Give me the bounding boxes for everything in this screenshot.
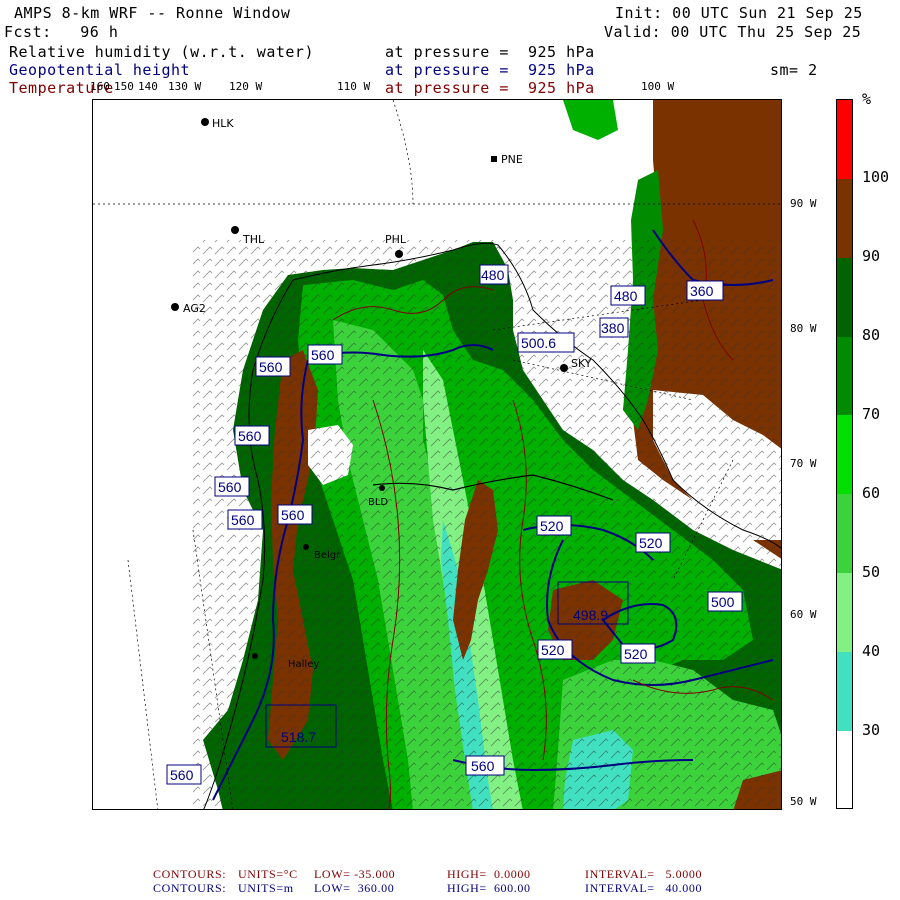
footer-height-low: LOW= 360.00 xyxy=(314,881,395,895)
height-label: 480 xyxy=(614,288,638,304)
station-label-hlk: HLK xyxy=(212,117,234,130)
field-rh-level: at pressure = 925 hPa xyxy=(385,43,595,61)
lat-label-90w: 90 W xyxy=(790,197,817,210)
station-marker-thl xyxy=(231,226,239,234)
station-marker-hlk xyxy=(201,118,209,126)
map-title: AMPS 8-km WRF -- Ronne Window xyxy=(14,4,291,22)
colorbar-segment-80 xyxy=(837,258,852,337)
lat-label-50w: 50 W xyxy=(790,795,817,808)
colorbar-segment-30 xyxy=(837,652,852,731)
colorbar-label-90: 90 xyxy=(862,247,881,265)
height-label: 480 xyxy=(481,267,505,283)
height-label: 560 xyxy=(238,428,262,444)
lon-label-120w: 120 W xyxy=(229,80,263,93)
height-label: 560 xyxy=(231,512,255,528)
station-label-pne: PNE xyxy=(501,153,523,166)
footer-height-high: HIGH= 600.00 xyxy=(447,881,531,895)
height-label: 520 xyxy=(540,518,564,534)
lon-label-140: 140 xyxy=(138,80,158,93)
footer-temperature-low: LOW= -35.000 xyxy=(314,867,396,881)
height-label: 500 xyxy=(711,594,735,610)
height-label: 560 xyxy=(281,507,305,523)
footer-height-label: CONTOURS: xyxy=(153,881,227,895)
footer-temperature-interval: INTERVAL= 5.0000 xyxy=(585,867,703,881)
colorbar-segment-90 xyxy=(837,179,852,258)
station-marker-sky xyxy=(560,364,568,372)
station-marker-phl xyxy=(395,250,403,258)
lat-label-60w: 60 W xyxy=(790,608,817,621)
station-label-bld: BLD xyxy=(368,497,388,508)
colorbar-segment-40 xyxy=(837,573,852,652)
height-label: 498.9 xyxy=(573,607,608,623)
height-label: 520 xyxy=(624,646,648,662)
height-label: 520 xyxy=(639,535,663,551)
map-graphic: HLK PNE THL PHL AG2 SKY BLD Belgr Halley… xyxy=(93,100,781,809)
station-label-belgr: Belgr xyxy=(314,550,341,561)
station-label-ag2: AG2 xyxy=(183,302,206,315)
height-label: 560 xyxy=(218,479,242,495)
colorbar-segment-50 xyxy=(837,494,852,573)
wind-barbs xyxy=(193,240,781,809)
field-height-level: at pressure = 925 hPa xyxy=(385,61,595,79)
valid-time: Valid: 00 UTC Thu 25 Sep 25 xyxy=(604,23,862,41)
colorbar-label-100: 100 xyxy=(862,168,890,186)
height-label: 500.6 xyxy=(521,335,556,351)
height-label: 560 xyxy=(471,758,495,774)
colorbar-segment-100 xyxy=(837,100,852,179)
lat-label-80w: 80 W xyxy=(790,322,817,335)
station-label-phl: PHL xyxy=(385,233,407,246)
lon-label-150: 150 xyxy=(114,80,134,93)
colorbar-unit: % xyxy=(862,90,872,108)
footer-temperature-high: HIGH= 0.0000 xyxy=(447,867,531,881)
colorbar-segment-60 xyxy=(837,415,852,494)
station-marker-ag2 xyxy=(171,303,179,311)
field-rh-name: Relative humidity (w.r.t. water) xyxy=(9,43,314,61)
smoothing-value: sm= 2 xyxy=(770,61,818,79)
colorbar xyxy=(836,99,853,809)
station-marker-halley xyxy=(252,653,258,659)
height-label: 520 xyxy=(541,642,565,658)
lon-label-110w: 110 W xyxy=(337,80,371,93)
height-label: 518.7 xyxy=(281,729,316,745)
lon-label-130w: 130 W xyxy=(168,80,202,93)
station-marker-belgr xyxy=(303,544,309,550)
station-label-sky: SKY xyxy=(571,357,592,370)
lon-label-100w: 100 W xyxy=(641,80,675,93)
forecast-hour: Fcst: 96 h xyxy=(4,23,119,41)
station-marker-pne xyxy=(491,156,497,162)
station-marker-bld xyxy=(379,485,385,491)
height-label: 560 xyxy=(311,347,335,363)
height-label: 560 xyxy=(259,359,283,375)
height-label: 560 xyxy=(170,767,194,783)
colorbar-segment-70 xyxy=(837,337,852,415)
lat-label-70w: 70 W xyxy=(790,457,817,470)
station-label-halley: Halley xyxy=(288,659,319,670)
lon-label-160: 160 xyxy=(90,80,110,93)
station-label-thl: THL xyxy=(242,233,265,246)
field-temperature-level: at pressure = 925 hPa xyxy=(385,79,595,97)
height-label: 380 xyxy=(601,320,625,336)
colorbar-label-40: 40 xyxy=(862,642,881,660)
colorbar-label-80: 80 xyxy=(862,326,881,344)
field-height-name: Geopotential height xyxy=(9,61,191,79)
colorbar-label-70: 70 xyxy=(862,405,881,423)
init-time: Init: 00 UTC Sun 21 Sep 25 xyxy=(615,4,863,22)
height-label: 360 xyxy=(690,283,714,299)
footer-temperature-label: CONTOURS: xyxy=(153,867,227,881)
map-panel: HLK PNE THL PHL AG2 SKY BLD Belgr Halley… xyxy=(92,99,782,810)
footer-temperature-units: UNITS=°C xyxy=(238,867,298,881)
colorbar-segment-below-30 xyxy=(837,731,852,808)
colorbar-label-50: 50 xyxy=(862,563,881,581)
footer-height-units: UNITS=m xyxy=(238,881,294,895)
colorbar-label-30: 30 xyxy=(862,721,881,739)
colorbar-label-60: 60 xyxy=(862,484,881,502)
footer-height-interval: INTERVAL= 40.000 xyxy=(585,881,703,895)
